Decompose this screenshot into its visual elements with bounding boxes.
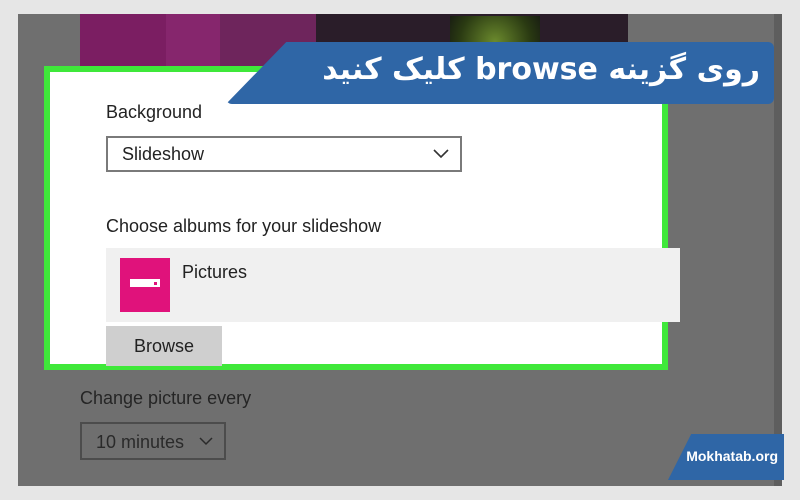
album-list-item[interactable]: Pictures (106, 248, 680, 322)
chevron-down-icon (433, 149, 449, 159)
instruction-banner: روی گزینه browse کلیک کنید (226, 42, 774, 104)
chevron-down-icon (199, 437, 213, 446)
highlighted-settings-panel: Background Slideshow Choose albums for y… (44, 66, 680, 370)
change-picture-value: 10 minutes (96, 432, 185, 452)
album-name: Pictures (182, 262, 248, 282)
screen-edge (774, 14, 782, 486)
choose-albums-label: Choose albums for your slideshow (106, 216, 382, 236)
background-label: Background (106, 102, 203, 122)
instruction-text: روی گزینه browse کلیک کنید (322, 52, 760, 87)
watermark-text: Mokhatab.org (686, 448, 778, 464)
background-dropdown-value: Slideshow (122, 144, 205, 164)
background-dropdown[interactable]: Slideshow (106, 136, 462, 172)
pictures-folder-icon (120, 258, 170, 312)
browse-button[interactable]: Browse (106, 326, 222, 366)
change-picture-dropdown[interactable]: 10 minutes (80, 422, 226, 460)
change-picture-label: Change picture every (80, 388, 252, 408)
